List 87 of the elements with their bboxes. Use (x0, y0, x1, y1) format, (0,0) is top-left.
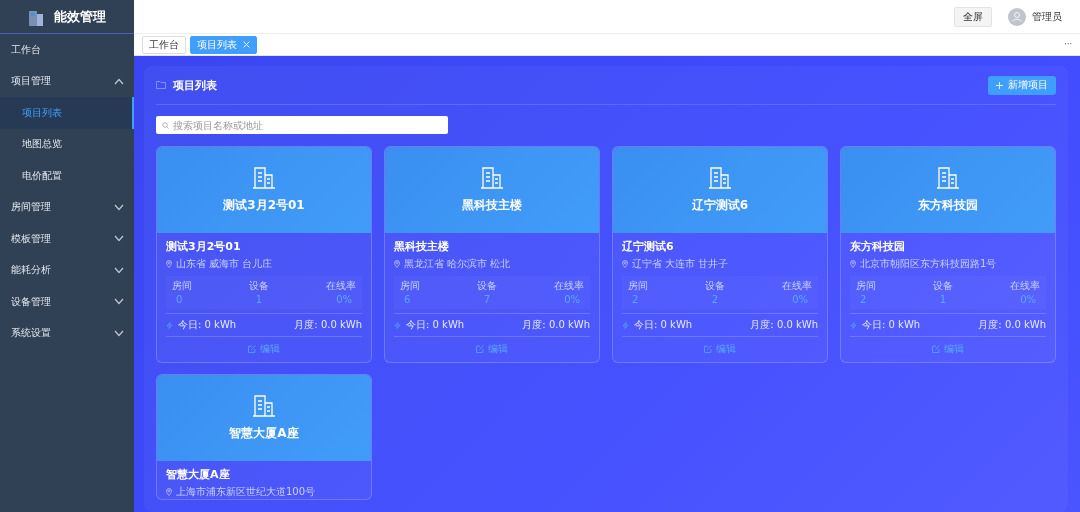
project-name: 黑科技主楼 (394, 239, 450, 254)
building-icon (480, 166, 504, 189)
today-energy: 今日: 0 kWh (406, 318, 465, 332)
project-address: 黑龙江省 哈尔滨市 松北 (404, 257, 511, 271)
stat-value: 2 (631, 294, 640, 305)
location-pin-icon (166, 260, 172, 268)
edit-icon (476, 345, 484, 353)
stat-label: 房间 (628, 279, 648, 293)
project-address: 辽宁省 大连市 甘井子 (632, 257, 729, 271)
stat-label: 在线率 (782, 279, 812, 293)
building-icon (936, 166, 960, 189)
sidebar-item[interactable]: 房间管理 (0, 191, 134, 223)
lightning-icon (850, 321, 857, 329)
today-energy: 今日: 0 kWh (178, 318, 237, 332)
banner-title: 智慧大厦A座 (229, 424, 299, 442)
location-pin-icon (394, 260, 400, 268)
edit-icon (704, 345, 712, 353)
stat-value: 0 (175, 294, 184, 305)
project-name: 东方科技园 (850, 239, 906, 254)
edit-icon (248, 345, 256, 353)
stat-label: 房间 (856, 279, 876, 293)
edit-icon (932, 345, 940, 353)
building-icon (708, 166, 732, 189)
user-name[interactable]: 管理员 (1032, 9, 1062, 24)
today-energy: 今日: 0 kWh (862, 318, 921, 332)
search-field[interactable]: 搜索项目名称或地址 (156, 116, 448, 134)
banner-title: 辽宁测试6 (691, 196, 749, 214)
stat-value: 6 (403, 294, 412, 305)
sidebar-item[interactable]: 能耗分析 (0, 254, 134, 286)
location-pin-icon (622, 260, 628, 268)
stat-label: 房间 (172, 279, 192, 293)
stat-label: 设备 (933, 279, 953, 293)
location-pin-icon (850, 260, 856, 268)
stat-label: 设备 (249, 279, 269, 293)
building-icon (252, 394, 276, 417)
sidebar-subitem[interactable]: 电价配置 (0, 160, 134, 192)
sidebar-item[interactable]: 项目管理 (0, 65, 134, 97)
sidebar-subitem[interactable]: 项目列表 (0, 97, 134, 129)
stat-value: 7 (482, 294, 492, 305)
fullscreen-button[interactable]: 全屏 (954, 6, 992, 27)
project-name: 测试3月2号01 (166, 239, 242, 254)
app-title: 能效管理 (54, 7, 106, 26)
stat-value: 1 (938, 294, 948, 305)
page-tab[interactable]: 工作台 (142, 35, 186, 54)
avatar-icon (1008, 7, 1026, 26)
stat-label: 设备 (477, 279, 497, 293)
sidebar-item[interactable]: 系统设置 (0, 317, 134, 349)
month-energy: 月度: 0.0 kWh (294, 318, 362, 332)
banner-title: 东方科技园 (918, 196, 978, 214)
lightning-icon (622, 321, 629, 329)
search-icon (162, 122, 169, 129)
banner-title: 黑科技主楼 (462, 196, 522, 214)
today-energy: 今日: 0 kWh (634, 318, 693, 332)
panel-title: 项目列表 (173, 77, 217, 93)
lightning-icon (394, 321, 401, 329)
stat-label: 房间 (400, 279, 420, 293)
project-name: 辽宁测试6 (622, 239, 675, 254)
building-icon (252, 166, 276, 189)
more-tabs-button[interactable]: ··· (1064, 40, 1072, 49)
month-energy: 月度: 0.0 kWh (522, 318, 590, 332)
plus-icon (996, 81, 1003, 89)
stat-label: 设备 (705, 279, 725, 293)
close-icon[interactable] (243, 41, 250, 48)
month-energy: 月度: 0.0 kWh (750, 318, 818, 332)
stat-value: 1 (254, 294, 264, 305)
stat-value: 0% (563, 294, 581, 305)
stat-label: 在线率 (326, 279, 356, 293)
sidebar-item[interactable]: 模板管理 (0, 223, 134, 255)
stat-label: 在线率 (1010, 279, 1040, 293)
banner-title: 测试3月2号01 (223, 196, 305, 214)
project-address: 上海市浦东新区世纪大道100号 (176, 485, 316, 499)
sidebar-subitem[interactable]: 地图总览 (0, 128, 134, 160)
sidebar-item[interactable]: 工作台 (0, 34, 134, 66)
stat-value: 0% (335, 294, 353, 305)
stat-value: 2 (859, 294, 868, 305)
month-energy: 月度: 0.0 kWh (978, 318, 1046, 332)
folder-icon (156, 81, 166, 89)
project-name: 智慧大厦A座 (166, 467, 231, 482)
project-address: 北京市朝阳区东方科技园路1号 (860, 257, 997, 271)
sidebar-item[interactable]: 设备管理 (0, 286, 134, 318)
lightning-icon (166, 321, 173, 329)
stat-value: 0% (791, 294, 809, 305)
stat-value: 0% (1019, 294, 1037, 305)
stat-value: 2 (710, 294, 720, 305)
location-pin-icon (166, 488, 172, 496)
project-address: 山东省 威海市 台儿庄 (176, 257, 273, 271)
stat-label: 在线率 (554, 279, 584, 293)
